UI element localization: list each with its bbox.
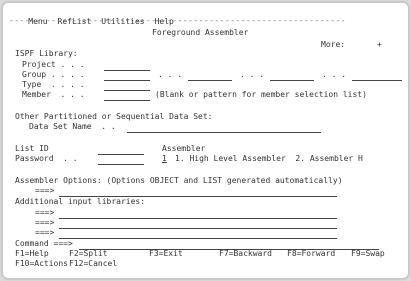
panel-title: Foreground Assembler xyxy=(152,28,249,37)
member-field[interactable] xyxy=(104,91,150,101)
ispf-panel: Menu RefList Utilities Help ---------------… xyxy=(2,2,409,279)
list-id-field[interactable] xyxy=(98,145,144,155)
additional-libraries-heading: Additional input libraries: xyxy=(15,197,146,206)
fkey-f9[interactable]: F9=Swap xyxy=(351,249,385,259)
member-label: Member . . . xyxy=(22,90,85,99)
group-field-1[interactable] xyxy=(104,71,150,81)
library-field-3[interactable] xyxy=(59,229,337,239)
password-label: Password . . xyxy=(15,154,78,163)
group-sep-2: . . . xyxy=(240,70,265,79)
dsname-label: Data Set Name . . xyxy=(29,122,116,131)
ispf-library-heading: ISPF Library: xyxy=(15,49,78,58)
group-label: Group . . . . xyxy=(22,70,85,79)
fkey-f2[interactable]: F2=Split xyxy=(69,249,108,259)
group-field-3[interactable] xyxy=(270,71,314,81)
library-arrow-3: ===> xyxy=(35,228,55,237)
more-indicator: More: xyxy=(321,40,346,49)
menu-separator: ----------------------------------------… xyxy=(9,16,347,25)
command-label: Command ===> xyxy=(15,239,73,248)
assembler-label: Assembler xyxy=(162,144,206,153)
project-label: Project . . . xyxy=(22,60,85,69)
project-field[interactable] xyxy=(104,61,150,71)
more-plus: + xyxy=(377,40,382,49)
fkey-f1[interactable]: F1=Help xyxy=(15,249,49,259)
list-id-label: List ID xyxy=(15,144,49,153)
library-field-2[interactable] xyxy=(59,219,337,229)
group-field-4[interactable] xyxy=(352,71,402,81)
group-sep-3: . . . xyxy=(322,70,347,79)
library-arrow-2: ===> xyxy=(35,218,55,227)
group-field-2[interactable] xyxy=(188,71,232,81)
member-hint: (Blank or pattern for member selection l… xyxy=(155,90,367,99)
group-sep-1: . . . xyxy=(158,70,183,79)
assembler-options-field[interactable] xyxy=(59,187,337,197)
assembler-choice-field[interactable]: 1 xyxy=(162,154,167,164)
assembler-options-heading: Assembler Options: (Options OBJECT and L… xyxy=(15,176,343,185)
fkey-f12[interactable]: F12=Cancel xyxy=(69,259,117,269)
dsname-field[interactable] xyxy=(127,123,321,133)
library-field-1[interactable] xyxy=(59,209,337,219)
fkey-f8[interactable]: F8=Forward xyxy=(287,249,335,259)
assembler-options-list: 1. High Level Assembler 2. Assembler H xyxy=(175,154,363,163)
type-field[interactable] xyxy=(104,81,150,91)
type-label: Type . . . . xyxy=(22,80,85,89)
fkey-f7[interactable]: F7=Backward xyxy=(219,249,272,259)
fkey-f3[interactable]: F3=Exit xyxy=(149,249,183,259)
library-arrow-1: ===> xyxy=(35,208,55,217)
options-arrow: ===> xyxy=(35,186,55,195)
password-field[interactable] xyxy=(98,155,144,165)
fkey-f10[interactable]: F10=Actions xyxy=(15,259,68,269)
other-dataset-heading: Other Partitioned or Sequential Data Set… xyxy=(15,112,213,121)
